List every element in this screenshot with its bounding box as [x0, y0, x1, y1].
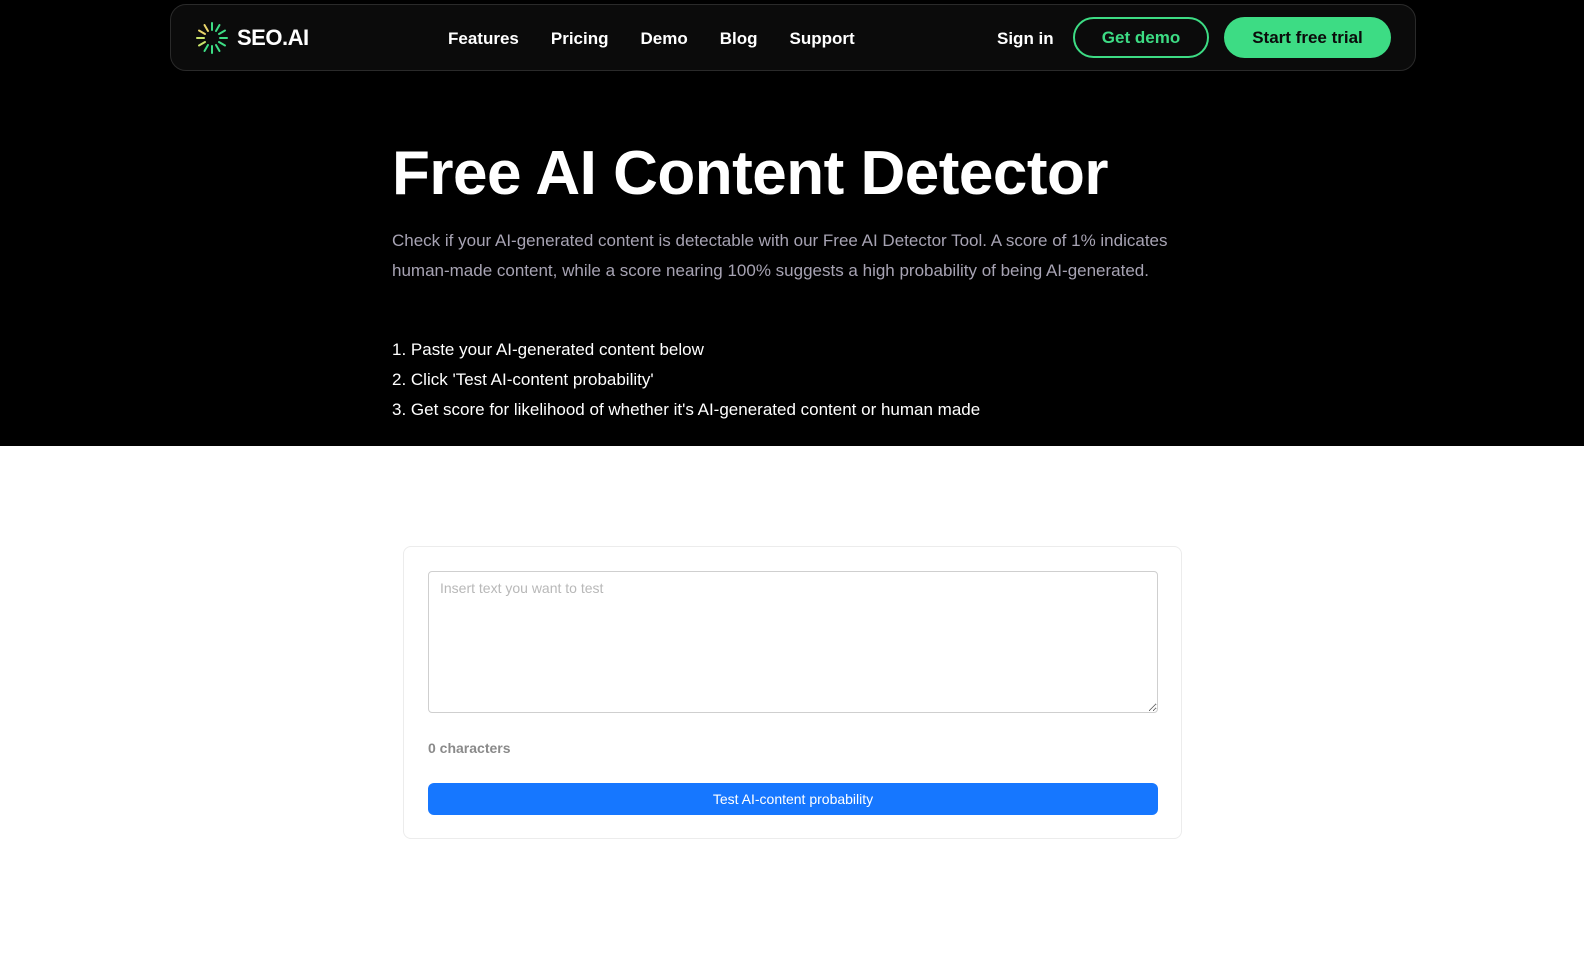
character-count: 0 characters — [428, 740, 511, 756]
logo[interactable]: SEO.AI — [195, 21, 309, 55]
nav-features[interactable]: Features — [448, 29, 519, 49]
sunburst-logo-icon — [195, 21, 229, 55]
nav-support[interactable]: Support — [790, 29, 855, 49]
step-item: 1. Paste your AI-generated content below — [392, 340, 704, 359]
main-nav: Features Pricing Demo Blog Support — [448, 5, 887, 72]
detector-card: 0 characters Test AI-content probability — [403, 546, 1182, 839]
page-title: Free AI Content Detector — [392, 139, 1109, 208]
test-ai-content-button[interactable]: Test AI-content probability — [428, 783, 1158, 815]
content-textarea[interactable] — [428, 571, 1158, 713]
start-free-trial-button[interactable]: Start free trial — [1224, 17, 1391, 58]
step-item: 2. Click 'Test AI-content probability' — [392, 370, 654, 389]
nav-demo[interactable]: Demo — [641, 29, 688, 49]
step-item: 3. Get score for likelihood of whether i… — [392, 400, 981, 419]
get-demo-button[interactable]: Get demo — [1073, 17, 1209, 58]
sign-in-link[interactable]: Sign in — [997, 5, 1054, 72]
hero-section: SEO.AI Features Pricing Demo Blog Suppor… — [0, 0, 1584, 446]
intro-paragraph: Check if your AI-generated content is de… — [392, 231, 1168, 280]
steps-list: 1. Paste your AI-generated content below… — [392, 335, 980, 425]
logo-text: SEO.AI — [237, 25, 309, 50]
nav-blog[interactable]: Blog — [720, 29, 758, 49]
top-navbar: SEO.AI Features Pricing Demo Blog Suppor… — [170, 4, 1416, 71]
nav-pricing[interactable]: Pricing — [551, 29, 609, 49]
